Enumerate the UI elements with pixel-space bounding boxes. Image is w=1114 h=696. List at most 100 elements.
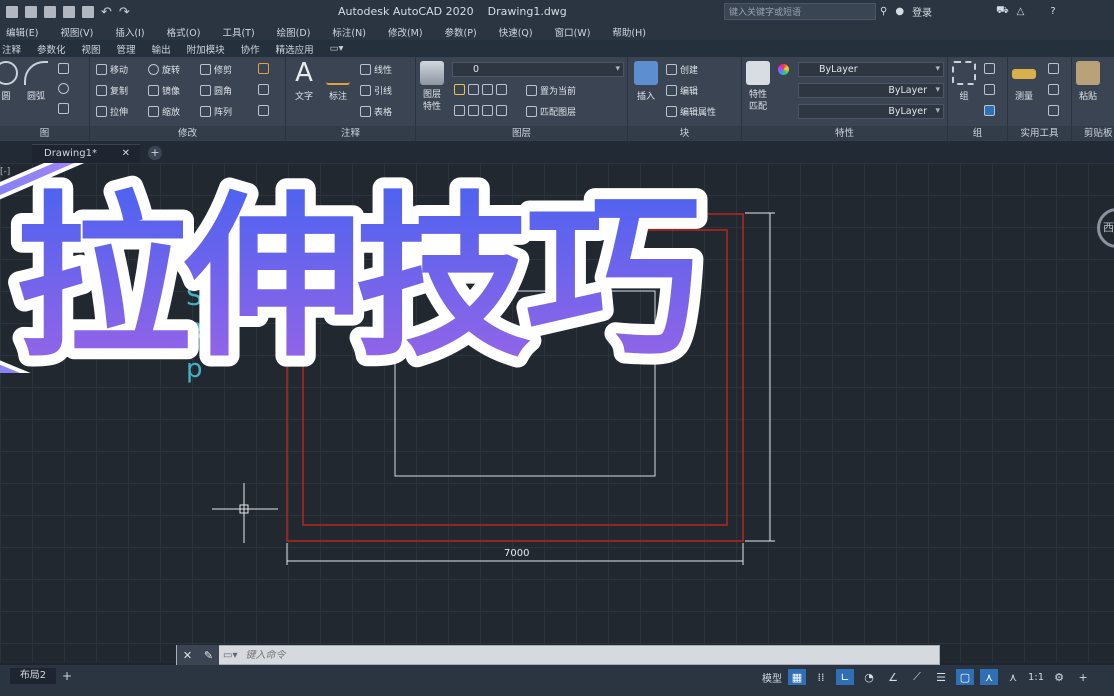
text-tool[interactable]: A 文字 — [292, 60, 316, 102]
tab-parametric[interactable]: 参数化 — [35, 42, 68, 56]
menu-quick[interactable]: 快速(Q) — [499, 25, 533, 39]
menu-view[interactable]: 视图(V) — [60, 25, 93, 39]
command-history-icon[interactable]: ▭▾ — [219, 650, 237, 661]
wrench-icon[interactable]: ✎ — [204, 649, 213, 662]
command-input[interactable] — [237, 649, 939, 661]
tab-view[interactable]: 视图 — [80, 42, 103, 56]
annotation-visibility-icon[interactable]: ⋏ — [980, 669, 998, 685]
menu-parametric[interactable]: 参数(P) — [445, 25, 477, 39]
snap-icon[interactable]: ⁞⁞ — [812, 669, 830, 685]
lineweight-icon[interactable]: ☰ — [932, 669, 950, 685]
add-layout-icon[interactable]: + — [62, 669, 72, 683]
lineweight-dropdown[interactable]: ByLayer — [798, 104, 944, 119]
auto-scale-icon[interactable]: ⋏ — [1004, 669, 1022, 685]
undo-icon[interactable]: ↶ — [101, 5, 112, 20]
layer-tools-row[interactable] — [454, 105, 507, 116]
copy-tool[interactable]: 复制 — [96, 84, 128, 97]
explode-tool[interactable] — [258, 84, 269, 95]
fillet-tool[interactable]: 圆角 — [200, 84, 232, 97]
app-menu-icon[interactable] — [6, 6, 18, 18]
quick-select-tool[interactable] — [1048, 63, 1059, 74]
layout-tab-2[interactable]: 布局2 — [10, 668, 56, 684]
saveas-icon[interactable] — [44, 6, 56, 18]
tab-manage[interactable]: 管理 — [115, 42, 138, 56]
osnap-icon[interactable]: ∠ — [884, 669, 902, 685]
color-dropdown[interactable]: ByLayer — [798, 62, 944, 77]
menu-tools[interactable]: 工具(T) — [222, 25, 254, 39]
binoculars-icon[interactable]: ⚲ — [880, 6, 887, 17]
annotation-scale[interactable]: 1:1 — [1028, 672, 1044, 683]
mirror-tool[interactable]: 镜像 — [148, 84, 180, 97]
measure-tool[interactable]: 测量 — [1012, 61, 1036, 102]
menu-dimension[interactable]: 标注(N) — [332, 25, 366, 39]
ortho-icon[interactable]: ∟ — [836, 669, 854, 685]
menu-modify[interactable]: 修改(M) — [388, 25, 423, 39]
edit-block-tool[interactable]: 编辑 — [666, 84, 698, 97]
tab-collaborate[interactable]: 协作 — [239, 42, 262, 56]
selection-cycling-icon[interactable]: ▢ — [956, 669, 974, 685]
model-space-toggle[interactable]: 模型 — [762, 670, 782, 685]
save-icon[interactable] — [25, 6, 37, 18]
close-command-icon[interactable]: ✕ — [183, 649, 192, 662]
linetype-dropdown[interactable]: ByLayer — [798, 83, 944, 98]
leader-tool[interactable]: 引线 — [360, 84, 392, 97]
drawing-canvas[interactable]: S R p 7000 西 [-] 拉伸技巧 拉伸技巧 — [0, 163, 1114, 663]
menu-help[interactable]: 帮助(H) — [612, 25, 646, 39]
ungroup-tool[interactable] — [984, 63, 995, 74]
menu-edit[interactable]: 编辑(E) — [6, 25, 38, 39]
otrack-icon[interactable]: ⟋ — [908, 669, 926, 685]
erase-tool[interactable] — [258, 63, 269, 74]
calculator-tool[interactable] — [1048, 84, 1059, 95]
layer-dropdown[interactable]: 0 — [452, 62, 624, 77]
open-icon[interactable] — [63, 6, 75, 18]
group-select-tool[interactable] — [984, 105, 995, 116]
paste-tool[interactable]: 粘贴 — [1076, 61, 1100, 102]
id-point-tool[interactable] — [1048, 105, 1059, 116]
share-icon[interactable]: △ — [1017, 6, 1025, 17]
insert-block-tool[interactable]: 插入 — [634, 61, 658, 102]
plus-icon[interactable]: + — [1074, 669, 1092, 685]
ribbon-toggle-icon[interactable]: ▭▾ — [328, 43, 346, 54]
ellipse-tool[interactable] — [58, 83, 69, 94]
grid-icon[interactable]: ▦ — [788, 669, 806, 685]
menu-window[interactable]: 窗口(W) — [555, 25, 591, 39]
menu-draw[interactable]: 绘图(D) — [277, 25, 311, 39]
match-properties-tool[interactable]: 特性 匹配 — [746, 61, 770, 113]
scale-tool[interactable]: 缩放 — [148, 105, 180, 118]
group-tool[interactable]: 组 — [952, 61, 976, 102]
circle-tool[interactable]: 圆 — [0, 61, 18, 102]
layer-properties-tool[interactable]: 图层 特性 — [420, 61, 444, 113]
dimension-text[interactable]: 7000 — [504, 548, 529, 559]
match-layer-tool[interactable]: 匹配图层 — [526, 105, 576, 118]
menu-insert[interactable]: 插入(I) — [115, 25, 144, 39]
arc-tool[interactable]: 圆弧 — [24, 61, 48, 102]
rotate-tool[interactable]: 旋转 — [148, 63, 180, 76]
tab-output[interactable]: 输出 — [150, 42, 173, 56]
help-icon[interactable]: ? — [1050, 6, 1055, 17]
cart-icon[interactable]: ⛟ — [996, 5, 1009, 18]
rectangle-tool[interactable] — [58, 63, 69, 74]
trim-tool[interactable]: 修剪 — [200, 63, 232, 76]
make-current-tool[interactable]: 置为当前 — [526, 84, 576, 97]
dimension-tool[interactable]: 标注 — [326, 61, 350, 102]
print-icon[interactable] — [82, 6, 94, 18]
group-edit-tool[interactable] — [984, 84, 995, 95]
user-icon[interactable]: ● — [895, 6, 904, 17]
menu-format[interactable]: 格式(O) — [167, 25, 201, 39]
hatch-tool[interactable] — [58, 103, 69, 114]
polar-icon[interactable]: ◔ — [860, 669, 878, 685]
doc-tab-drawing1[interactable]: Drawing1* ✕ — [32, 144, 140, 163]
edit-attribute-tool[interactable]: 编辑属性 — [666, 105, 716, 118]
offset-tool[interactable] — [258, 105, 269, 116]
create-block-tool[interactable]: 创建 — [666, 63, 698, 76]
redo-icon[interactable]: ↷ — [119, 5, 130, 20]
tab-annotate[interactable]: 注释 — [0, 42, 23, 56]
table-tool[interactable]: 表格 — [360, 105, 392, 118]
tab-addins[interactable]: 附加模块 — [185, 42, 227, 56]
array-tool[interactable]: 阵列 — [200, 105, 232, 118]
close-icon[interactable]: ✕ — [122, 145, 130, 162]
move-tool[interactable]: 移动 — [96, 63, 128, 76]
new-tab-icon[interactable]: + — [148, 146, 162, 160]
search-input[interactable]: 键入关键字或短语 — [724, 3, 876, 20]
tab-featured-apps[interactable]: 精选应用 — [274, 42, 316, 56]
